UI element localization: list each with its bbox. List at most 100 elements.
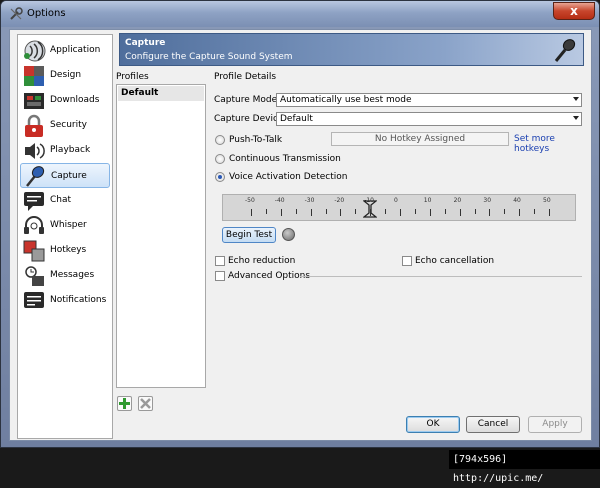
voice-activation-radio[interactable] bbox=[215, 172, 225, 182]
slider-tick bbox=[400, 209, 401, 216]
echo-cancellation-checkbox[interactable] bbox=[402, 256, 412, 266]
sidebar-item-capture[interactable]: Capture bbox=[20, 163, 110, 188]
push-to-talk-radio[interactable] bbox=[215, 135, 225, 145]
capture-device-value: Default bbox=[280, 114, 313, 124]
wrench-icon bbox=[10, 7, 23, 20]
sidebar-item-playback[interactable]: Playback bbox=[20, 138, 110, 163]
close-button[interactable]: x bbox=[553, 2, 595, 20]
remove-profile-button[interactable] bbox=[138, 396, 153, 411]
slider-tick bbox=[504, 209, 506, 214]
capture-mode-label: Capture Mode: bbox=[214, 95, 281, 105]
options-window: Options x Application Design Downloads S… bbox=[0, 0, 600, 448]
speaker-icon bbox=[25, 143, 45, 159]
capture-device-select[interactable]: Default bbox=[276, 112, 582, 126]
sidebar-item-notifications[interactable]: Notifications bbox=[20, 288, 110, 313]
slider-tick bbox=[340, 209, 342, 216]
advanced-options-checkbox[interactable] bbox=[215, 271, 225, 281]
echo-reduction-label[interactable]: Echo reduction bbox=[228, 256, 295, 266]
slider-tick-label: -20 bbox=[334, 197, 345, 204]
slider-tick-label: 40 bbox=[513, 197, 521, 204]
continuous-transmission-label[interactable]: Continuous Transmission bbox=[229, 154, 341, 164]
sidebar-item-design[interactable]: Design bbox=[20, 63, 110, 88]
sidebar-item-messages[interactable]: Messages bbox=[20, 263, 110, 288]
advanced-options-divider bbox=[300, 276, 582, 277]
slider-tick-label: 20 bbox=[453, 197, 462, 204]
slider-tick-label: -50 bbox=[245, 197, 255, 204]
sidebar-item-label: Security bbox=[50, 120, 87, 130]
window-title: Options bbox=[27, 8, 66, 19]
sidebar-item-security[interactable]: Security bbox=[20, 113, 110, 138]
capture-mode-select[interactable]: Automatically use best mode bbox=[276, 93, 582, 107]
slider-tick bbox=[519, 209, 521, 216]
sidebar-item-downloads[interactable]: Downloads bbox=[20, 88, 110, 113]
apply-button[interactable]: Apply bbox=[528, 416, 582, 433]
chevron-down-icon bbox=[573, 97, 579, 101]
voice-activation-slider[interactable]: -50 -40 -30 -20 -10 0 10 20 30 40 50 bbox=[222, 194, 576, 221]
profiles-list[interactable]: Default bbox=[116, 84, 206, 388]
set-more-hotkeys-link[interactable]: Set more hotkeys bbox=[514, 134, 591, 154]
profile-item-default[interactable]: Default bbox=[118, 86, 204, 101]
messages-icon bbox=[25, 266, 44, 286]
chat-icon bbox=[24, 192, 44, 211]
advanced-options-label[interactable]: Advanced Options bbox=[228, 271, 310, 281]
slider-tick bbox=[310, 209, 312, 216]
push-to-talk-label[interactable]: Push-To-Talk bbox=[229, 135, 282, 145]
profile-details-label: Profile Details bbox=[214, 72, 277, 82]
sidebar: Application Design Downloads Security Pl… bbox=[17, 34, 113, 439]
sidebar-item-label: Messages bbox=[50, 270, 95, 280]
lock-icon bbox=[25, 114, 43, 137]
application-icon bbox=[24, 40, 46, 62]
sidebar-item-label: Application bbox=[50, 45, 101, 55]
echo-reduction-checkbox[interactable] bbox=[215, 256, 225, 266]
sidebar-item-whisper[interactable]: Whisper bbox=[20, 213, 110, 238]
microphone-icon bbox=[554, 39, 576, 62]
slider-tick bbox=[370, 209, 372, 216]
notifications-icon bbox=[24, 292, 44, 308]
section-banner: Capture Configure the Capture Sound Syst… bbox=[119, 33, 584, 66]
slider-tick bbox=[489, 209, 491, 216]
slider-tick bbox=[549, 209, 550, 216]
sidebar-item-label: Whisper bbox=[50, 220, 87, 230]
continuous-transmission-radio[interactable] bbox=[215, 154, 225, 164]
banner-title: Capture bbox=[125, 38, 166, 48]
slider-tick-label: 30 bbox=[483, 197, 492, 204]
profiles-label: Profiles bbox=[116, 72, 149, 82]
banner-subtitle: Configure the Capture Sound System bbox=[125, 52, 293, 62]
client-area: Application Design Downloads Security Pl… bbox=[9, 29, 592, 441]
chevron-down-icon bbox=[573, 116, 579, 120]
slider-tick bbox=[534, 209, 536, 214]
sidebar-item-label: Hotkeys bbox=[50, 245, 87, 255]
sidebar-item-label: Playback bbox=[50, 145, 91, 155]
slider-tick bbox=[474, 209, 476, 214]
cancel-button[interactable]: Cancel bbox=[466, 416, 520, 433]
hotkey-placeholder: No Hotkey Assigned bbox=[374, 134, 466, 144]
sidebar-item-label: Capture bbox=[51, 171, 87, 181]
slider-tick bbox=[295, 209, 297, 214]
hotkeys-icon bbox=[23, 240, 45, 262]
echo-cancellation-label[interactable]: Echo cancellation bbox=[415, 256, 494, 266]
slider-tick-label: -40 bbox=[274, 197, 285, 204]
sidebar-item-application[interactable]: Application bbox=[20, 38, 110, 63]
headset-icon bbox=[24, 216, 44, 234]
add-profile-button[interactable] bbox=[117, 396, 132, 411]
slider-tick bbox=[251, 209, 252, 216]
sidebar-item-hotkeys[interactable]: Hotkeys bbox=[20, 238, 110, 263]
slider-tick bbox=[265, 209, 267, 214]
begin-test-button[interactable]: Begin Test bbox=[222, 227, 276, 243]
slider-tick bbox=[280, 209, 282, 216]
test-indicator-led bbox=[282, 228, 295, 241]
slider-tick-label: 10 bbox=[423, 197, 432, 204]
voice-activation-label[interactable]: Voice Activation Detection bbox=[229, 172, 347, 182]
slider-tick bbox=[385, 209, 387, 214]
sidebar-item-label: Chat bbox=[50, 195, 72, 205]
ok-button[interactable]: OK bbox=[406, 416, 460, 433]
close-icon: x bbox=[570, 4, 578, 18]
sidebar-item-label: Notifications bbox=[50, 295, 107, 305]
sidebar-item-chat[interactable]: Chat bbox=[20, 188, 110, 213]
design-icon bbox=[24, 66, 44, 86]
remove-icon bbox=[140, 398, 151, 409]
slider-tick-label: 0 bbox=[394, 197, 398, 204]
title-bar[interactable]: Options x bbox=[1, 1, 599, 27]
downloads-icon bbox=[24, 93, 44, 109]
hotkey-field[interactable]: No Hotkey Assigned bbox=[331, 132, 509, 146]
